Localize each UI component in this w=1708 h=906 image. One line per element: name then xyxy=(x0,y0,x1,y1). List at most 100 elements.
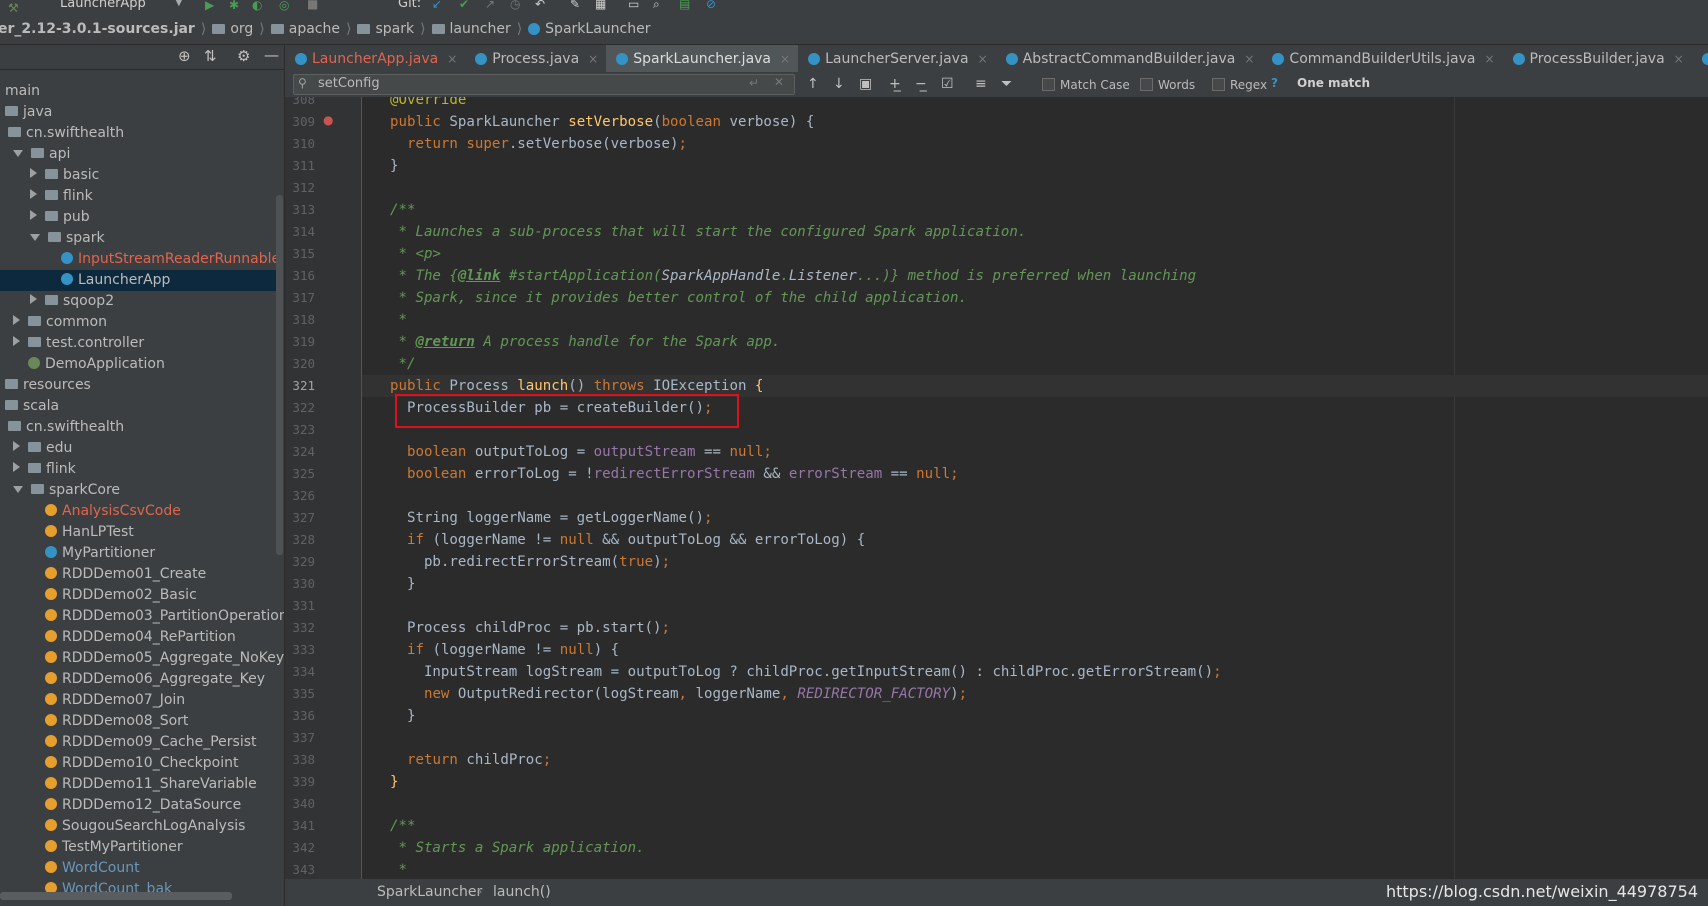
enter-icon[interactable]: ↵ xyxy=(749,76,759,90)
close-tab-icon[interactable]: × xyxy=(447,52,457,66)
close-tab-icon[interactable]: × xyxy=(1244,52,1254,66)
next-occurrence-icon[interactable]: ↓ xyxy=(833,76,845,92)
add-selection-icon[interactable]: +̲ xyxy=(889,76,901,92)
breadcrumb-class[interactable]: SparkLauncher xyxy=(377,884,482,900)
tree-item[interactable]: flink xyxy=(0,459,280,480)
tree-item[interactable]: RDDDemo02_Basic xyxy=(0,585,280,606)
editor-tab[interactable]: ProcessBuilder.java × xyxy=(1503,45,1692,72)
git-commit-icon[interactable]: ✔ xyxy=(459,0,469,11)
tree-item[interactable]: RDDDemo04_RePartition xyxy=(0,627,280,648)
collapse-arrow-icon[interactable] xyxy=(30,210,37,220)
tree-item[interactable]: basic xyxy=(0,165,280,186)
breadcrumb-item[interactable]: ⟩ SparkLauncher xyxy=(511,21,651,37)
project-structure-icon[interactable]: ▦ xyxy=(595,0,606,11)
remove-selection-icon[interactable]: −̲ xyxy=(915,76,927,92)
breadcrumb-item[interactable]: ⟩ launcher xyxy=(414,21,511,37)
stop-icon[interactable]: ■ xyxy=(307,0,318,11)
tree-item[interactable]: scala xyxy=(0,396,280,417)
editor-tab[interactable]: AbstractCommandBuilder.java × xyxy=(996,45,1263,72)
wrench-icon[interactable]: ✎ xyxy=(570,0,580,11)
clear-icon[interactable]: ✕ xyxy=(774,75,784,89)
code-editor[interactable]: @Override public SparkLauncher setVerbose… xyxy=(362,97,1708,879)
match-case-box[interactable] xyxy=(1042,78,1055,91)
regex-checkbox[interactable]: Regex xyxy=(1212,76,1267,92)
close-tab-icon[interactable]: × xyxy=(588,52,598,66)
tree-item[interactable]: java xyxy=(0,102,280,123)
close-tab-icon[interactable]: × xyxy=(1674,52,1684,66)
collapse-arrow-icon[interactable] xyxy=(30,189,37,199)
tree-item[interactable]: HanLPTest xyxy=(0,522,280,543)
terminal-icon[interactable]: ▭ xyxy=(628,0,639,11)
breadcrumb-item[interactable]: er_2.12-3.0.1-sources.jar xyxy=(0,21,195,37)
tree-item[interactable]: RDDDemo11_ShareVariable xyxy=(0,774,280,795)
collapse-all-icon[interactable]: ⇅ xyxy=(204,47,217,65)
editor-tab[interactable]: SecurityManager.java× xyxy=(1692,45,1708,72)
breadcrumb-item[interactable]: ⟩ org xyxy=(195,21,253,37)
coverage-icon[interactable]: ◐ xyxy=(252,0,262,12)
tree-item[interactable]: WordCount xyxy=(0,858,280,879)
expand-arrow-icon[interactable] xyxy=(30,234,40,241)
collapse-arrow-icon[interactable] xyxy=(30,168,37,178)
tree-item[interactable]: common xyxy=(0,312,280,333)
close-tab-icon[interactable]: × xyxy=(978,52,988,66)
breadcrumb-item[interactable]: ⟩ spark xyxy=(340,21,414,37)
tree-item[interactable]: RDDDemo06_Aggregate_Key xyxy=(0,669,280,690)
debug-icon[interactable]: ✱ xyxy=(229,0,239,12)
regex-help-link[interactable]: ? xyxy=(1271,76,1278,90)
editor-tab[interactable]: CommandBuilderUtils.java × xyxy=(1262,45,1502,72)
revert-icon[interactable]: ↶ xyxy=(535,0,545,11)
no-entry-icon[interactable]: ⊘ xyxy=(706,0,716,11)
regex-box[interactable] xyxy=(1212,78,1225,91)
history-icon[interactable]: ◷ xyxy=(510,0,520,11)
tree-item[interactable]: RDDDemo03_PartitionOperation xyxy=(0,606,284,627)
tree-item[interactable]: AnalysisCsvCode xyxy=(0,501,280,522)
run-config-select[interactable]: LauncherApp xyxy=(60,0,146,11)
git-push-icon[interactable]: ↗ xyxy=(485,0,495,11)
breadcrumb-method[interactable]: launch() xyxy=(493,884,551,900)
tree-item[interactable]: resources xyxy=(0,375,280,396)
locate-icon[interactable]: ⊕ xyxy=(178,47,191,65)
tree-item[interactable]: main xyxy=(0,81,280,102)
tree-item[interactable]: RDDDemo05_Aggregate_NoKey xyxy=(0,648,284,669)
editor-tab[interactable]: LauncherApp.java × xyxy=(285,45,465,72)
select-all-occurrences-icon[interactable]: ▣ xyxy=(859,76,872,92)
tree-item[interactable]: InputStreamReaderRunnable xyxy=(0,249,280,270)
tree-item[interactable]: RDDDemo01_Create xyxy=(0,564,280,585)
collapse-arrow-icon[interactable] xyxy=(13,462,20,472)
expand-arrow-icon[interactable] xyxy=(13,150,23,157)
collapse-arrow-icon[interactable] xyxy=(13,441,20,451)
tree-item[interactable]: cn.swifthealth xyxy=(0,417,270,438)
search-input[interactable]: ⚲ setConfig ↵ ✕ xyxy=(293,74,795,95)
filter-icon[interactable]: ⏷ xyxy=(1001,76,1012,92)
tree-item[interactable]: sparkCore xyxy=(0,480,280,501)
words-checkbox[interactable]: Words xyxy=(1140,76,1195,92)
tree-item[interactable]: LauncherApp xyxy=(0,270,280,291)
tree-item[interactable]: RDDDemo12_DataSource xyxy=(0,795,280,816)
tree-item[interactable]: api xyxy=(0,144,280,165)
tree-item[interactable]: pub xyxy=(0,207,280,228)
tree-item[interactable]: RDDDemo07_Join xyxy=(0,690,280,711)
search-everywhere-icon[interactable]: ⌕ xyxy=(653,0,660,12)
tree-scrollbar-vertical[interactable] xyxy=(276,195,283,555)
breadcrumb-item[interactable]: ⟩ apache xyxy=(253,21,340,37)
tree-item[interactable]: spark xyxy=(0,228,280,249)
multiline-icon[interactable]: ≡ xyxy=(975,76,987,92)
editor-tab[interactable]: SparkLauncher.java × xyxy=(606,45,799,72)
chart-icon[interactable]: ▤ xyxy=(679,0,690,11)
collapse-arrow-icon[interactable] xyxy=(30,294,37,304)
collapse-arrow-icon[interactable] xyxy=(13,315,20,325)
tree-item[interactable]: edu xyxy=(0,438,280,459)
gear-icon[interactable]: ⚙ xyxy=(237,47,250,65)
tree-item[interactable]: DemoApplication xyxy=(0,354,280,375)
hide-icon[interactable]: — xyxy=(264,46,279,64)
collapse-arrow-icon[interactable] xyxy=(13,336,20,346)
tree-item[interactable]: sqoop2 xyxy=(0,291,280,312)
words-box[interactable] xyxy=(1140,78,1153,91)
tree-item[interactable]: RDDDemo09_Cache_Persist xyxy=(0,732,280,753)
close-tab-icon[interactable]: × xyxy=(780,52,790,66)
expand-arrow-icon[interactable] xyxy=(13,486,23,493)
run-icon[interactable]: ▶ xyxy=(205,0,214,12)
tree-item[interactable]: flink xyxy=(0,186,280,207)
profile-icon[interactable]: ◎ xyxy=(279,0,289,12)
tree-item[interactable]: RDDDemo10_Checkpoint xyxy=(0,753,280,774)
